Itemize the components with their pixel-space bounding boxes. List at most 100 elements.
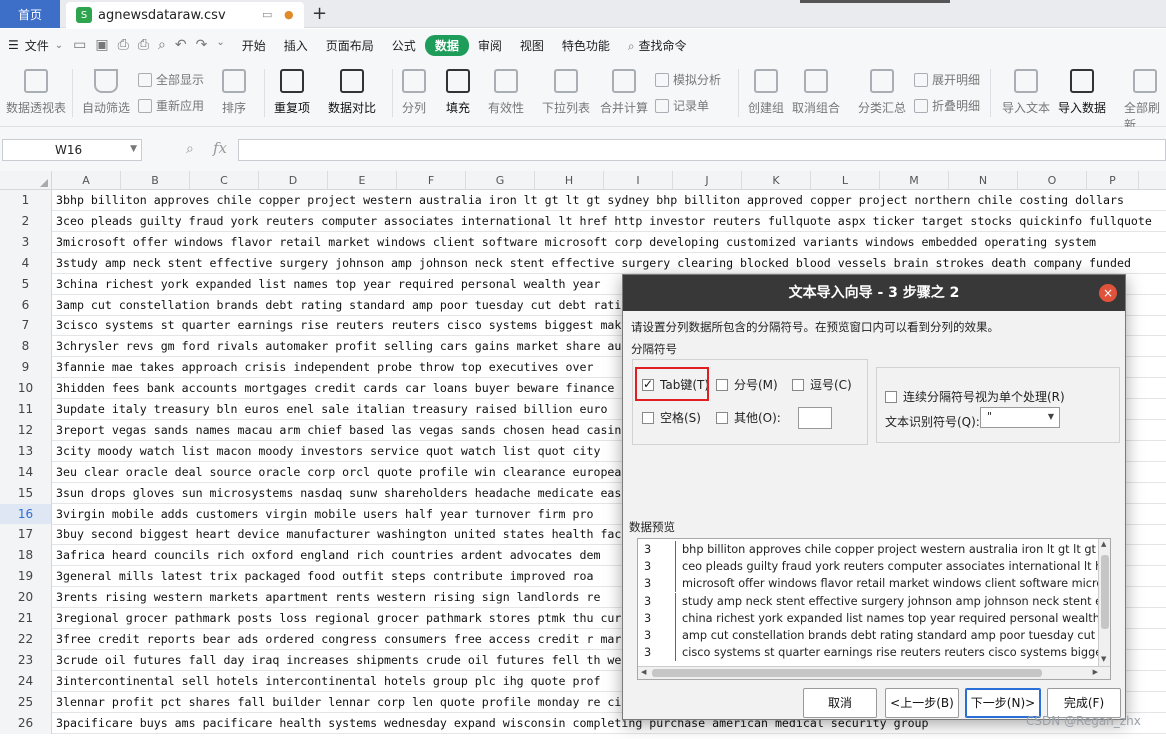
import-text-button[interactable]: 导入文本 — [1002, 69, 1050, 116]
cell-a[interactable]: 3sun drops gloves sun microsystems nasda… — [56, 483, 628, 504]
row-header[interactable]: 17 — [0, 524, 52, 546]
hide-detail-button[interactable]: 折叠明细 — [914, 97, 980, 114]
row-header[interactable]: 23 — [0, 649, 52, 671]
cell-a[interactable]: 3microsoft offer windows flavor retail m… — [56, 232, 1096, 253]
menu-page-layout[interactable]: 页面布局 — [317, 37, 383, 54]
create-group-button[interactable]: 创建组 — [748, 69, 784, 116]
other-checkbox[interactable]: 其他(O): — [716, 409, 781, 426]
column-header[interactable]: G — [466, 171, 535, 190]
cancel-button[interactable]: 取消 — [803, 688, 877, 718]
unsaved-dot-icon[interactable]: ● — [284, 8, 294, 21]
cell-a[interactable]: 3fannie mae takes approach crisis indepe… — [56, 357, 593, 378]
redo-icon[interactable]: ↷ — [196, 37, 208, 53]
column-header[interactable]: M — [880, 171, 949, 190]
ungroup-button[interactable]: 取消组合 — [792, 69, 840, 116]
row-header[interactable]: 20 — [0, 587, 52, 609]
row-header[interactable]: 19 — [0, 566, 52, 588]
function-icon[interactable]: fx — [213, 139, 227, 157]
cell-a[interactable]: 3regional grocer pathmark posts loss reg… — [56, 608, 649, 629]
refresh-all-button[interactable]: 全部刷新 — [1124, 69, 1166, 133]
space-checkbox[interactable]: 空格(S) — [642, 409, 701, 426]
column-header[interactable]: A — [52, 171, 121, 190]
pivot-table-button[interactable]: 数据透视表 — [6, 69, 66, 116]
row-header[interactable]: 13 — [0, 440, 52, 462]
comma-checkbox-box[interactable] — [792, 378, 804, 391]
window-mode-icon[interactable]: ▭ — [262, 8, 272, 21]
menu-start[interactable]: 开始 — [233, 37, 275, 54]
cell-a[interactable]: 3study amp neck stent effective surgery … — [56, 253, 1131, 274]
duplicates-button[interactable]: 重复项 — [274, 69, 310, 116]
cell-a[interactable]: 3cisco systems st quarter earnings rise … — [56, 315, 712, 336]
scroll-left-icon[interactable]: ◀ — [641, 668, 646, 676]
column-header[interactable]: H — [535, 171, 604, 190]
row-header[interactable]: 5 — [0, 273, 52, 295]
print-preview-icon[interactable]: ⌕ — [158, 37, 166, 53]
row-header[interactable]: 8 — [0, 336, 52, 358]
sort-button[interactable]: 排序 — [222, 69, 246, 116]
semicolon-checkbox[interactable]: 分号(M) — [716, 376, 778, 393]
cell-a[interactable]: 3buy second biggest heart device manufac… — [56, 524, 656, 545]
column-header[interactable]: I — [604, 171, 673, 190]
hamburger-menu-icon[interactable]: ☰ — [0, 38, 23, 52]
column-header[interactable]: B — [121, 171, 190, 190]
select-all-corner[interactable] — [0, 171, 52, 190]
cell-a[interactable]: 3hidden fees bank accounts mortgages cre… — [56, 378, 614, 399]
back-button[interactable]: <上一步(B) — [885, 688, 959, 718]
cell-a[interactable]: 3intercontinental sell hotels interconti… — [56, 671, 600, 692]
data-compare-button[interactable]: 数据对比 — [328, 69, 376, 116]
space-checkbox-box[interactable] — [642, 411, 654, 424]
autofilter-button[interactable]: 自动筛选 — [82, 69, 130, 116]
menu-features[interactable]: 特色功能 — [553, 37, 619, 54]
customize-chevron-icon[interactable]: ⌄ — [216, 37, 224, 53]
row-header[interactable]: 18 — [0, 545, 52, 567]
cell-a[interactable]: 3bhp billiton approves chile copper proj… — [56, 190, 1124, 211]
cell-a[interactable]: 3general mills latest trix packaged food… — [56, 566, 593, 587]
formula-input[interactable] — [238, 139, 1166, 161]
chevron-down-icon[interactable]: ⌄ — [51, 40, 67, 51]
row-header[interactable]: 24 — [0, 670, 52, 692]
data-preview-box[interactable]: 3 bhp billiton approves chile copper proj… — [637, 538, 1111, 680]
cell-a[interactable]: 3amp cut constellation brands debt ratin… — [56, 295, 712, 316]
file-tab[interactable]: S agnewsdataraw.csv ▭ ● — [66, 2, 304, 28]
cell-a[interactable]: 3update italy treasury bln euros enel sa… — [56, 399, 607, 420]
row-header[interactable]: 10 — [0, 378, 52, 400]
preview-vertical-scrollbar[interactable]: ▲ ▼ — [1098, 539, 1110, 667]
undo-icon[interactable]: ↶ — [175, 37, 187, 53]
menu-review[interactable]: 审阅 — [469, 37, 511, 54]
show-all-button[interactable]: 全部显示 — [138, 71, 204, 88]
consolidate-button[interactable]: 合并计算 — [600, 69, 648, 116]
reapply-button[interactable]: 重新应用 — [138, 97, 204, 114]
menu-insert[interactable]: 插入 — [275, 37, 317, 54]
row-header[interactable]: 16 — [0, 503, 52, 525]
column-header[interactable]: J — [673, 171, 742, 190]
semicolon-checkbox-box[interactable] — [716, 378, 728, 391]
cell-a[interactable]: 3virgin mobile adds customers virgin mob… — [56, 504, 593, 525]
scrollbar-thumb[interactable] — [1101, 555, 1109, 629]
column-header[interactable]: K — [742, 171, 811, 190]
cell-a[interactable]: 3report vegas sands names macau arm chie… — [56, 420, 628, 441]
chevron-down-icon[interactable]: ▼ — [130, 144, 137, 154]
row-header[interactable]: 12 — [0, 419, 52, 441]
import-data-button[interactable]: 导入数据 — [1058, 69, 1106, 116]
cell-a[interactable]: 3chrysler revs gm ford rivals automaker … — [56, 336, 670, 357]
name-box[interactable]: W16 ▼ — [2, 139, 142, 161]
cell-a[interactable]: 3china richest york expanded list names … — [56, 274, 600, 295]
validity-button[interactable]: 有效性 — [488, 69, 524, 116]
show-detail-button[interactable]: 展开明细 — [914, 71, 980, 88]
row-header[interactable]: 15 — [0, 482, 52, 504]
row-header[interactable]: 25 — [0, 691, 52, 713]
save-icon[interactable]: ▣ — [95, 37, 108, 53]
column-header[interactable]: N — [949, 171, 1018, 190]
column-header[interactable]: E — [328, 171, 397, 190]
scroll-up-icon[interactable]: ▲ — [1101, 540, 1106, 548]
cell-a[interactable]: 3eu clear oracle deal source oracle corp… — [56, 462, 628, 483]
column-header[interactable]: C — [190, 171, 259, 190]
column-header[interactable]: P — [1087, 171, 1139, 190]
row-header[interactable]: 26 — [0, 712, 52, 734]
row-header[interactable]: 21 — [0, 608, 52, 629]
print-icon[interactable]: ⎙ — [138, 37, 149, 53]
close-icon[interactable]: × — [1099, 284, 1117, 302]
menu-formula[interactable]: 公式 — [383, 37, 425, 54]
row-header[interactable]: 11 — [0, 399, 52, 420]
cell-a[interactable]: 3ceo pleads guilty fraud york reuters co… — [56, 211, 1152, 232]
